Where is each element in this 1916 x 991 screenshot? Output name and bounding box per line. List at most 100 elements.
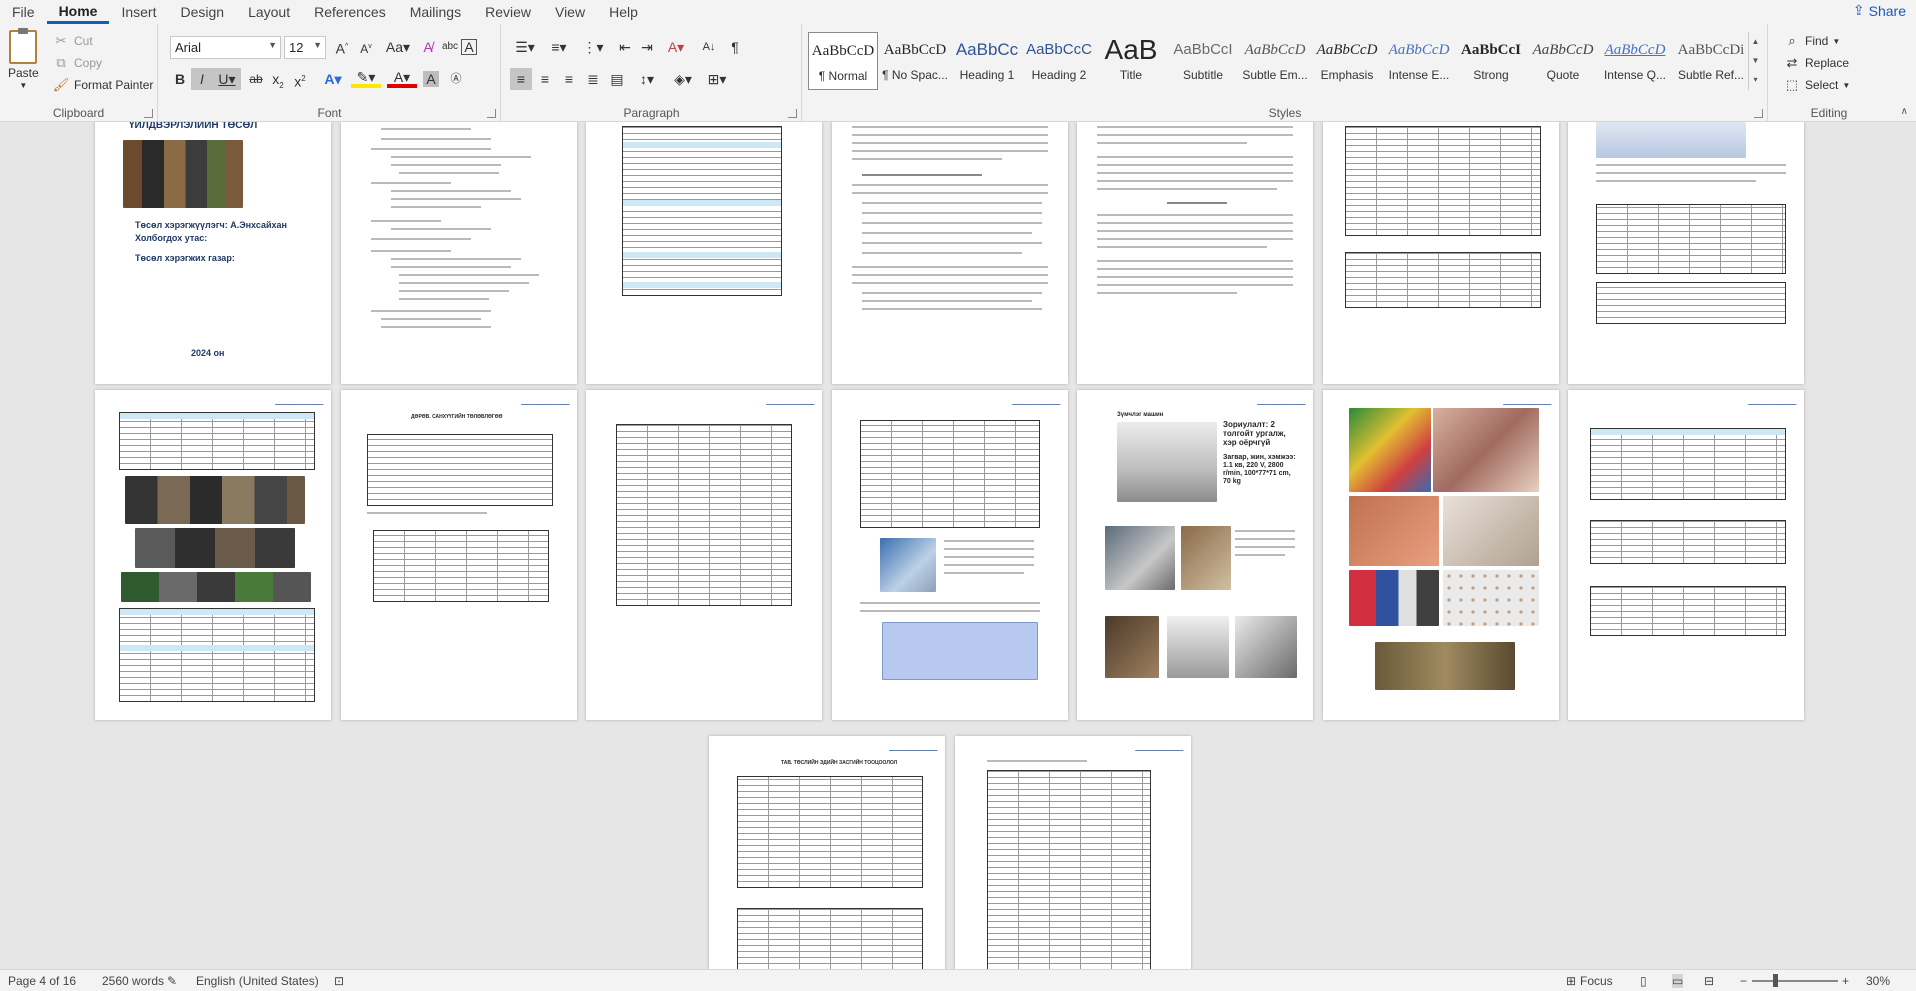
bold-button[interactable]: B <box>169 68 191 90</box>
styles-gallery-scroll[interactable]: ▲ ▼ ▾ <box>1748 32 1762 90</box>
chinese-layout-button[interactable]: A▾ <box>662 36 690 58</box>
style-intense-emphasis[interactable]: AaBbCcD Intense E... <box>1384 32 1454 90</box>
highlight-color-button[interactable]: ✎▾ <box>351 68 381 88</box>
decrease-indent-button[interactable]: ⇤ <box>614 36 636 58</box>
align-center-button[interactable]: ≡ <box>534 68 556 90</box>
style-subtitle[interactable]: AaBbCcI Subtitle <box>1168 32 1238 90</box>
styles-dialog-launcher-icon[interactable] <box>1754 109 1763 118</box>
format-painter-button[interactable]: 🖌 Format Painter <box>52 76 154 94</box>
print-layout-icon[interactable]: ▭ <box>1672 974 1684 988</box>
page-thumbnail[interactable]: ━━━━━━━━━━━━━━━━━━━━ <box>1323 390 1559 720</box>
borders-button[interactable]: ⊞▾ <box>702 68 732 90</box>
style-subtle-emphasis[interactable]: AaBbCcD Subtle Em... <box>1240 32 1310 90</box>
text-effects-button[interactable]: A▾ <box>319 68 347 90</box>
character-shading-button[interactable]: A <box>423 71 439 87</box>
font-name-box[interactable]: Arial ▼ <box>170 36 281 59</box>
tab-layout[interactable]: Layout <box>236 0 302 24</box>
font-color-button[interactable]: A▾ <box>387 68 417 88</box>
page-thumbnail[interactable] <box>586 122 822 384</box>
shrink-font-button[interactable]: Av <box>355 36 377 58</box>
zoom-level[interactable]: 30% <box>1866 974 1890 988</box>
web-layout-icon[interactable]: ⊟ <box>1704 974 1714 988</box>
align-left-button[interactable]: ≡ <box>510 68 532 90</box>
tab-help[interactable]: Help <box>597 0 650 24</box>
tab-home[interactable]: Home <box>46 0 110 24</box>
bullets-button[interactable]: ☰▾ <box>510 36 540 58</box>
shading-button[interactable]: ◈▾ <box>668 68 698 90</box>
word-count[interactable]: 2560 words <box>102 974 164 988</box>
tab-file[interactable]: File <box>0 0 47 24</box>
more-styles-icon[interactable]: ▾ <box>1749 70 1762 89</box>
page-thumbnail[interactable] <box>341 122 577 384</box>
italic-button[interactable]: I <box>191 68 213 90</box>
zoom-in-icon[interactable]: + <box>1842 974 1849 988</box>
page-thumbnail[interactable] <box>1323 122 1559 384</box>
page-thumbnail[interactable]: ━━━━━━━━━━━━━━━━━━━━ <box>586 390 822 720</box>
tab-insert[interactable]: Insert <box>109 0 168 24</box>
page-thumbnail[interactable] <box>832 122 1068 384</box>
superscript-button[interactable]: x2 <box>289 68 311 90</box>
collapse-ribbon-icon[interactable]: ∧ <box>1901 106 1908 117</box>
page-thumbnail[interactable]: ━━━━━━━━━━━━━━━━━━━━ Зүмчлэг машин Зориу… <box>1077 390 1313 720</box>
page-thumbnail[interactable]: ━━━━━━━━━━━━━━━━━━━━ ДӨРӨВ. САНХҮҮГИЙН Т… <box>341 390 577 720</box>
character-border-button[interactable]: A <box>461 39 477 55</box>
zoom-slider[interactable] <box>1752 980 1838 982</box>
share-button[interactable]: ⇪ Share <box>1853 2 1906 19</box>
show-formatting-marks-button[interactable]: ¶ <box>724 36 746 58</box>
align-right-button[interactable]: ≡ <box>558 68 580 90</box>
find-button[interactable]: ⌕ Find ▼ <box>1783 32 1840 50</box>
change-case-button[interactable]: Aa▾ <box>383 36 413 58</box>
paste-button[interactable]: Paste ▼ <box>8 28 39 90</box>
multilevel-list-button[interactable]: ⋮▾ <box>578 36 608 58</box>
distributed-button[interactable]: ▤ <box>606 68 628 90</box>
increase-indent-button[interactable]: ⇥ <box>636 36 658 58</box>
clipboard-dialog-launcher-icon[interactable] <box>144 109 153 118</box>
grow-font-button[interactable]: A^ <box>331 36 353 58</box>
page-thumbnail[interactable]: ━━━━━━━━━━━━━━━━━━━━ <box>95 390 331 720</box>
focus-mode-icon[interactable]: ⊞ <box>1566 974 1576 988</box>
subscript-button[interactable]: x2 <box>267 68 289 90</box>
style-strong[interactable]: AaBbCcI Strong <box>1456 32 1526 90</box>
page-thumbnail[interactable] <box>1077 122 1313 384</box>
enclose-characters-button[interactable]: Ⓐ <box>445 68 467 90</box>
page-thumbnail[interactable]: ━━━━━━━━━━━━━━━━━━━━ <box>832 390 1068 720</box>
underline-button[interactable]: U▾ <box>213 68 241 90</box>
tab-view[interactable]: View <box>543 0 597 24</box>
sort-button[interactable]: A↓ <box>698 36 720 58</box>
style-intense-quote[interactable]: AaBbCcD Intense Q... <box>1600 32 1670 90</box>
read-mode-icon[interactable]: ▯ <box>1640 974 1647 988</box>
document-canvas[interactable]: ҮЙЛДВЭРЛЭЛИЙН ТӨСӨЛ Төсөл хэрэгжүүлэгч: … <box>0 122 1916 969</box>
tab-references[interactable]: References <box>302 0 398 24</box>
page-count[interactable]: Page 4 of 16 <box>8 974 76 988</box>
tab-design[interactable]: Design <box>168 0 236 24</box>
accessibility-icon[interactable]: ⊡ <box>334 974 344 988</box>
cut-button[interactable]: ✂ Cut <box>52 32 93 50</box>
focus-button[interactable]: Focus <box>1580 974 1613 988</box>
style-title[interactable]: AaB Title <box>1096 32 1166 90</box>
chevron-down-icon[interactable]: ▼ <box>1749 51 1762 70</box>
style-quote[interactable]: AaBbCcD Quote <box>1528 32 1598 90</box>
zoom-slider-thumb[interactable] <box>1773 974 1778 987</box>
replace-button[interactable]: ⇄ Replace <box>1783 54 1849 72</box>
tab-mailings[interactable]: Mailings <box>398 0 473 24</box>
language[interactable]: English (United States) <box>196 974 319 988</box>
page-thumbnail[interactable]: ━━━━━━━━━━━━━━━━━━━━ <box>955 736 1191 969</box>
justify-button[interactable]: ≣ <box>582 68 604 90</box>
phonetic-guide-button[interactable]: abc <box>439 36 461 58</box>
numbering-button[interactable]: ≡▾ <box>544 36 574 58</box>
proofing-icon[interactable]: ✎ <box>167 974 177 988</box>
copy-button[interactable]: ⧉ Copy <box>52 54 102 72</box>
chevron-up-icon[interactable]: ▲ <box>1749 32 1762 51</box>
select-button[interactable]: ⬚ Select ▼ <box>1783 76 1850 94</box>
font-size-box[interactable]: 12 ▼ <box>284 36 326 59</box>
line-spacing-button[interactable]: ↕▾ <box>632 68 662 90</box>
style-normal[interactable]: AaBbCcD ¶ Normal <box>808 32 878 90</box>
page-thumbnail[interactable]: ━━━━━━━━━━━━━━━━━━━━ ТАВ. ТӨСЛИЙН ЭДИЙН … <box>709 736 945 969</box>
paragraph-dialog-launcher-icon[interactable] <box>788 109 797 118</box>
clear-formatting-button[interactable]: A̸ <box>417 36 439 58</box>
style-subtle-reference[interactable]: AaBbCcDi Subtle Ref... <box>1672 32 1750 90</box>
strikethrough-button[interactable]: ab <box>245 68 267 90</box>
style-emphasis[interactable]: AaBbCcD Emphasis <box>1312 32 1382 90</box>
style-heading-2[interactable]: AaBbCcC Heading 2 <box>1024 32 1094 90</box>
page-thumbnail[interactable]: ━━━━━━━━━━━━━━━━━━━━ <box>1568 390 1804 720</box>
